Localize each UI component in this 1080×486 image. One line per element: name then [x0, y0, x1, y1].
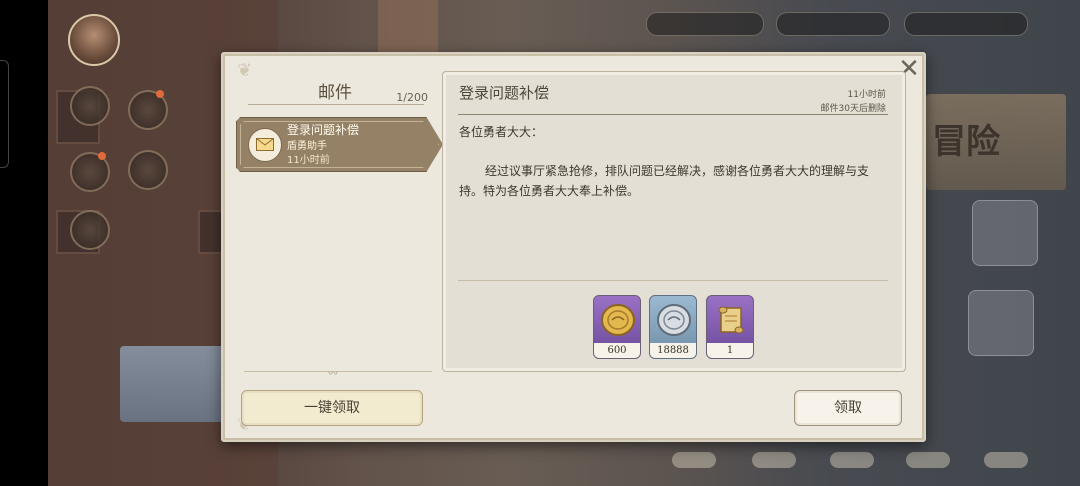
reward-quantity: 1 — [707, 343, 753, 358]
resource-bar — [776, 12, 890, 36]
title-divider — [248, 104, 424, 105]
reward-quantity: 600 — [594, 343, 640, 358]
reward-item[interactable]: 600 — [593, 295, 641, 359]
detail-title-divider — [458, 114, 888, 115]
mail-detail-time: 11小时前 — [847, 90, 886, 100]
tower — [378, 0, 438, 60]
envelope-icon — [248, 128, 282, 162]
mail-item-title: 登录问题补偿 — [287, 123, 360, 137]
divider-ornament: 〰 — [328, 369, 338, 380]
bottom-nav-tab — [984, 452, 1028, 468]
reward-divider — [458, 280, 888, 281]
reward-quantity: 18888 — [650, 343, 696, 358]
reward-item[interactable]: 1 — [706, 295, 754, 359]
notification-dot — [98, 152, 106, 160]
gold-coin-icon — [601, 304, 635, 336]
mail-item-time: 11小时前 — [287, 155, 330, 166]
event-banner: 冒险 — [926, 94, 1066, 190]
mail-expire-note: 邮件30天后删除 — [820, 104, 886, 114]
mail-greeting: 各位勇者大大： — [459, 125, 544, 139]
corner-ornament: ❦ — [237, 60, 253, 81]
bottom-nav-tab — [906, 452, 950, 468]
side-menu-button[interactable] — [70, 210, 110, 250]
side-menu-button[interactable] — [70, 86, 110, 126]
player-avatar[interactable] — [68, 14, 120, 66]
device-edge — [0, 60, 9, 168]
scroll-icon — [718, 306, 744, 334]
menu-tile — [968, 290, 1034, 356]
mailbox-title: 邮件 — [318, 83, 352, 103]
notification-dot — [156, 90, 164, 98]
side-menu-button[interactable] — [128, 150, 168, 190]
mail-detail-title: 登录问题补偿 — [459, 84, 550, 102]
bottom-nav-tab — [752, 452, 796, 468]
silver-coin-icon — [657, 304, 691, 336]
mail-item-sender: 盾勇助手 — [287, 141, 327, 152]
resource-bar — [646, 12, 764, 36]
bottom-nav-tab — [830, 452, 874, 468]
resource-bar — [904, 12, 1028, 36]
menu-tile — [972, 200, 1038, 266]
reward-item[interactable]: 18888 — [649, 295, 697, 359]
claim-all-button[interactable]: 一键领取 — [241, 390, 423, 426]
claim-button[interactable]: 领取 — [794, 390, 902, 426]
mail-count: 1/200 — [396, 91, 428, 104]
mail-body: 经过议事厅紧急抢修，排队问题已经解决，感谢各位勇者大大的理解与支持。特为各位勇者… — [459, 164, 870, 198]
bottom-nav-tab — [672, 452, 716, 468]
